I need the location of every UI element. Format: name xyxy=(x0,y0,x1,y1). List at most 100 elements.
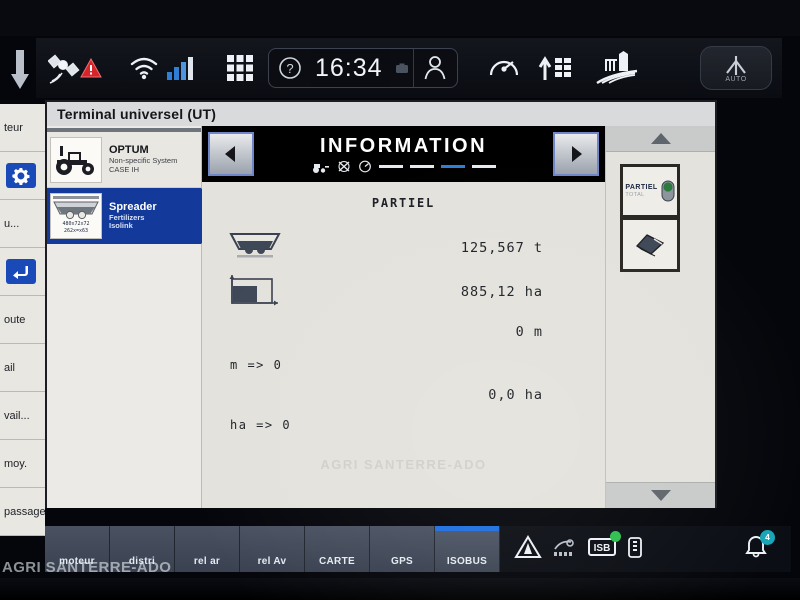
status-tray: ISB 4 xyxy=(500,526,791,572)
softkey-column: PARTIEL TOTAL xyxy=(605,126,715,508)
help-icon[interactable]: ? xyxy=(269,49,311,87)
corner-watermark: AGRI SANTERRE-ADO xyxy=(2,559,172,576)
information-header: INFORMATION xyxy=(202,126,605,182)
page-dash[interactable] xyxy=(409,165,434,168)
panel-title: PARTIEL xyxy=(371,196,436,210)
info-row-area: 885,12 ha xyxy=(216,270,591,314)
device-list: OPTUM Non-specific System CASE IH 480x72… xyxy=(47,126,227,508)
auto-guidance-button[interactable]: AUTO xyxy=(700,46,772,90)
ut-body: OPTUM Non-specific System CASE IH 480x72… xyxy=(47,126,715,508)
left-menu-strip: teur u... oute ail vail... moy. passage xyxy=(0,104,45,536)
info-row-distance: 0 m xyxy=(216,314,591,350)
left-triangle-icon xyxy=(225,146,235,162)
clock-time: 16:34 xyxy=(311,49,391,87)
info-value-distance: 0 m xyxy=(515,324,543,340)
down-triangle-icon xyxy=(650,490,671,501)
left-menu-label: moy. xyxy=(4,457,28,470)
signal-bars-icon[interactable] xyxy=(164,55,198,81)
toggle-switch-icon xyxy=(661,180,675,202)
left-menu-item[interactable]: u... xyxy=(0,200,45,248)
page-dash[interactable] xyxy=(378,165,403,168)
tab-rel-av[interactable]: rel Av xyxy=(240,526,305,572)
tab-label: CARTE xyxy=(319,556,355,567)
left-menu-label: ail xyxy=(4,361,16,374)
device-item-optum[interactable]: OPTUM Non-specific System CASE IH xyxy=(47,132,201,188)
tab-carte[interactable]: CARTE xyxy=(305,526,370,572)
svg-text:262x=x63: 262x=x63 xyxy=(64,228,88,234)
scroll-up-button[interactable] xyxy=(606,126,715,152)
tab-rel-ar[interactable]: rel ar xyxy=(175,526,240,572)
page-title: Terminal universel (UT) xyxy=(47,102,715,126)
notification-badge: 4 xyxy=(760,529,775,545)
page-dash-active[interactable] xyxy=(440,165,465,168)
gauge-small-icon xyxy=(358,160,372,173)
notifications-button[interactable]: 4 xyxy=(743,529,775,564)
content-watermark: AGRI SANTERRE-ADO xyxy=(320,457,487,472)
equation-hectares: ha => 0 xyxy=(230,418,292,432)
information-title: INFORMATION xyxy=(319,135,488,157)
apps-grid-icon[interactable] xyxy=(220,54,260,82)
softkey-reset[interactable] xyxy=(620,218,680,272)
left-menu-item-back[interactable] xyxy=(0,248,45,296)
svg-text:?: ? xyxy=(286,61,293,76)
info-value-area: 885,12 ha xyxy=(460,284,543,300)
svg-text:480x72x72: 480x72x72 xyxy=(62,221,89,227)
left-menu-label: passage xyxy=(4,505,45,518)
device-text: Spreader Fertilizers Isolink xyxy=(102,201,157,232)
information-content: INFORMATION PARTIEL 125,567 t 885,12 ha … xyxy=(202,126,605,508)
gauge-icon[interactable] xyxy=(480,53,528,83)
left-menu-label: oute xyxy=(4,313,26,326)
tab-isobus[interactable]: ISOBUS xyxy=(435,526,500,572)
tab-gps[interactable]: GPS xyxy=(370,526,435,572)
battery-icon[interactable] xyxy=(628,536,642,563)
back-arrow-icon xyxy=(6,259,36,284)
tab-label: ISOBUS xyxy=(446,556,488,567)
left-menu-item[interactable]: passage xyxy=(0,488,45,536)
bezel-top xyxy=(0,0,800,36)
warning-triangle-icon[interactable] xyxy=(514,534,542,564)
left-menu-item[interactable]: moy. xyxy=(0,440,45,488)
left-menu-label: u... xyxy=(4,217,20,230)
softkey-list: PARTIEL TOTAL xyxy=(606,152,715,272)
isb-icon[interactable]: ISB xyxy=(588,530,621,562)
steering-icon xyxy=(726,55,746,75)
page-dash[interactable] xyxy=(471,165,496,168)
eraser-icon xyxy=(635,233,665,256)
warning-triangle-icon[interactable] xyxy=(78,58,104,78)
implement-sections-icon[interactable] xyxy=(530,53,586,83)
softkey-label-total: TOTAL xyxy=(625,192,645,198)
universal-terminal-window: Terminal universel (UT) OPTUM Non-specif… xyxy=(45,100,717,508)
left-menu-item[interactable]: vail... xyxy=(0,392,45,440)
camera-icon[interactable] xyxy=(391,62,413,74)
down-arrow-icon xyxy=(11,50,29,89)
scroll-down-button[interactable] xyxy=(606,482,715,508)
info-row-area2: 0,0 ha xyxy=(216,380,591,410)
auto-label: AUTO xyxy=(725,75,747,83)
info-value-area2: 0,0 ha xyxy=(488,387,543,403)
tab-label: GPS xyxy=(390,556,414,567)
device-name: Spreader xyxy=(109,200,157,213)
field-farm-icon[interactable] xyxy=(588,51,646,85)
device-sub2: CASE IH xyxy=(109,164,140,174)
hopper-icon xyxy=(216,231,294,265)
scroll-down-arrow-icon[interactable] xyxy=(6,40,34,100)
device-item-spreader[interactable]: 480x72x72 262x=x63 Spreader Fertilizers … xyxy=(47,188,227,244)
gear-icon xyxy=(6,163,36,188)
area-chart-icon xyxy=(216,273,294,311)
softkey-partiel-total[interactable]: PARTIEL TOTAL xyxy=(620,164,680,218)
left-menu-item-settings[interactable] xyxy=(0,152,45,200)
information-title-group: INFORMATION xyxy=(254,135,553,173)
left-menu-item[interactable]: oute xyxy=(0,296,45,344)
implement-status-icon[interactable] xyxy=(552,536,578,563)
next-page-button[interactable] xyxy=(553,132,599,176)
implement-icon xyxy=(312,161,330,173)
softkey-label-partiel: PARTIEL xyxy=(625,184,658,191)
bezel-bottom xyxy=(0,578,800,600)
previous-page-button[interactable] xyxy=(208,132,254,176)
left-menu-item[interactable]: ail xyxy=(0,344,45,392)
wifi-icon[interactable] xyxy=(126,55,162,81)
page-indicator xyxy=(312,160,496,173)
information-panel: PARTIEL 125,567 t 885,12 ha 0 m m => 0 0… xyxy=(202,182,605,508)
left-menu-item[interactable]: teur xyxy=(0,104,45,152)
user-icon[interactable] xyxy=(412,49,457,87)
